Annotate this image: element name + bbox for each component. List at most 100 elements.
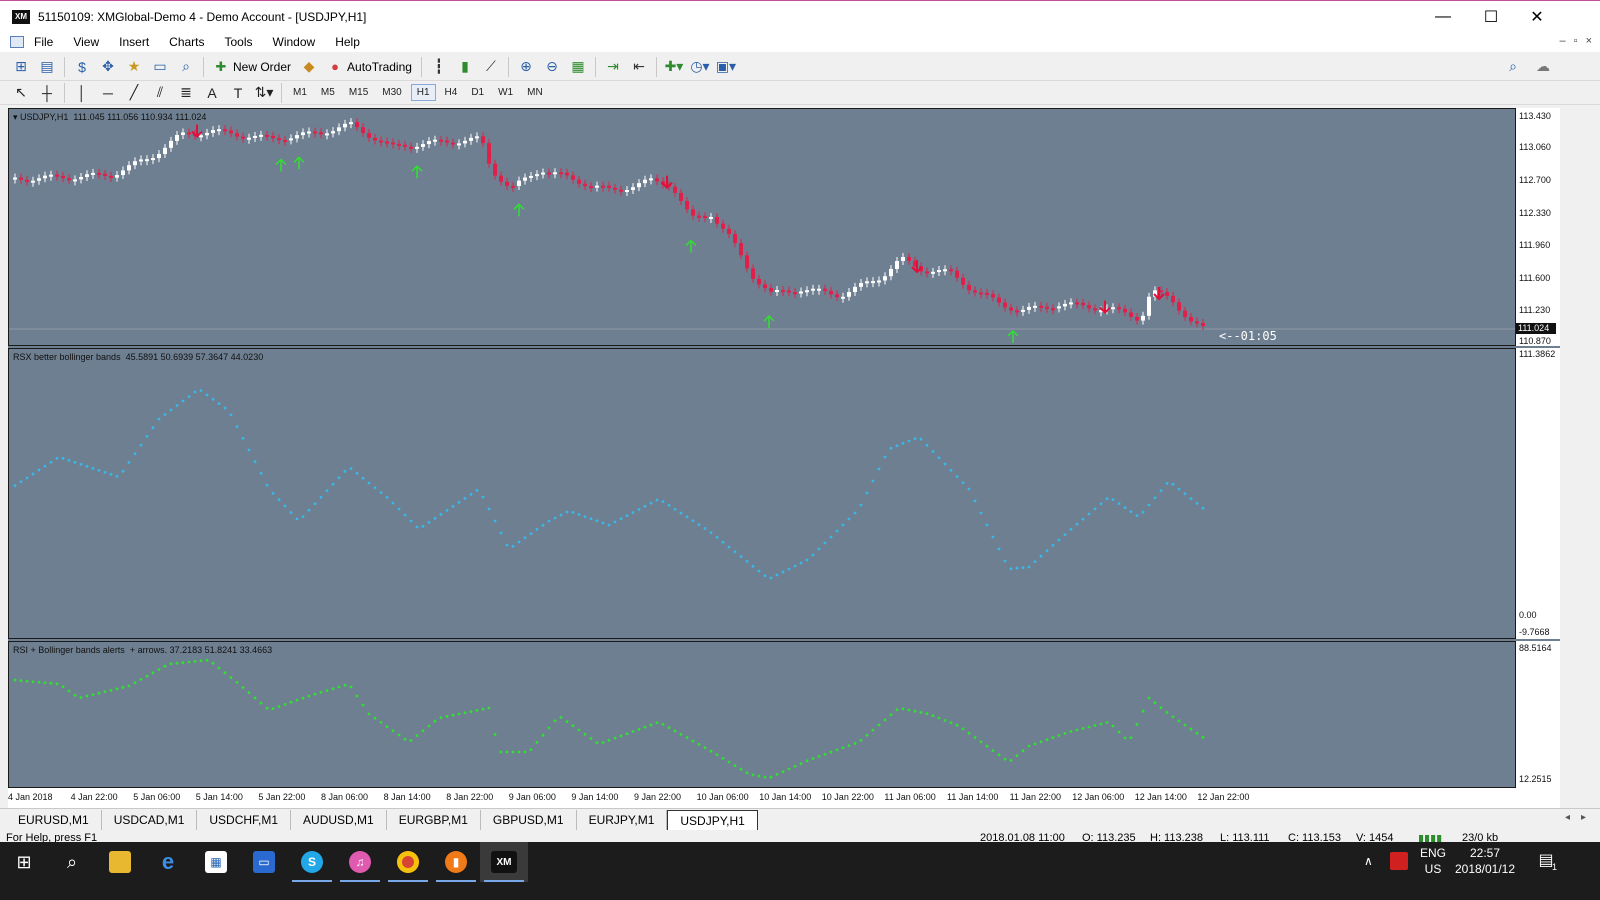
- tab-gbpusd-m1[interactable]: GBPUSD,M1: [481, 810, 577, 830]
- equidistant-channel-icon[interactable]: ⫽: [149, 83, 171, 103]
- timeframe-m15[interactable]: M15: [344, 85, 373, 100]
- autotrading-button[interactable]: ● AutoTrading: [322, 56, 417, 78]
- zoom-in-icon[interactable]: ⊕: [515, 57, 537, 77]
- candle-body: [25, 179, 29, 182]
- skype-button[interactable]: S: [288, 842, 336, 882]
- timeframe-m1[interactable]: M1: [288, 85, 312, 100]
- rsx-indicator-pane[interactable]: RSX better bollinger bands 45.5891 50.69…: [8, 348, 1516, 639]
- rsi-dot: [817, 755, 821, 758]
- timeframe-w1[interactable]: W1: [493, 85, 518, 100]
- tab-eurjpy-m1[interactable]: EURJPY,M1: [577, 810, 668, 830]
- menu-window[interactable]: Window: [263, 32, 326, 52]
- timeframe-d1[interactable]: D1: [466, 85, 489, 100]
- rsx-dot: [499, 531, 503, 535]
- market-watch-icon[interactable]: $: [71, 57, 93, 77]
- chart-window[interactable]: ▾ USDJPY,H1 111.045 111.056 110.934 111.…: [8, 108, 1560, 808]
- mdi-minimize-button[interactable]: –: [1560, 35, 1566, 47]
- price-pane[interactable]: ▾ USDJPY,H1 111.045 111.056 110.934 111.…: [8, 108, 1516, 346]
- timeframe-h1[interactable]: H1: [410, 84, 436, 101]
- rsi-dot: [97, 691, 101, 695]
- itunes-button[interactable]: ♫: [336, 842, 384, 882]
- menu-file[interactable]: File: [24, 32, 63, 52]
- profiles-icon[interactable]: ▤: [36, 57, 58, 77]
- antivirus-icon[interactable]: [1390, 852, 1408, 870]
- menu-insert[interactable]: Insert: [109, 32, 159, 52]
- indicators-icon[interactable]: ✚▾: [663, 57, 685, 77]
- xm-terminal-button[interactable]: XM: [480, 842, 528, 882]
- file-explorer-button[interactable]: [96, 842, 144, 882]
- timeframe-h4[interactable]: H4: [440, 85, 463, 100]
- text-icon[interactable]: A: [201, 83, 223, 103]
- line-chart-icon[interactable]: ⟋: [480, 57, 502, 77]
- tile-windows-icon[interactable]: ▦: [567, 57, 589, 77]
- app-button[interactable]: ▭: [240, 842, 288, 882]
- candle-body: [967, 284, 971, 291]
- data-window-icon[interactable]: ✥: [97, 57, 119, 77]
- terminal-icon[interactable]: ▭: [149, 57, 171, 77]
- tray-chevron-icon[interactable]: ∧: [1364, 854, 1373, 868]
- tab-usdchf-m1[interactable]: USDCHF,M1: [197, 810, 292, 830]
- chart-window-icon[interactable]: [10, 36, 24, 48]
- vertical-line-icon[interactable]: │: [71, 83, 93, 103]
- trendline-icon[interactable]: ╱: [123, 83, 145, 103]
- chart-app-button[interactable]: ▮: [432, 842, 480, 882]
- cursor-icon[interactable]: ↖: [10, 83, 32, 103]
- new-chart-icon[interactable]: ⊞: [10, 57, 32, 77]
- strategy-tester-icon[interactable]: ⌕: [175, 57, 197, 77]
- tab-usdjpy-h1[interactable]: USDJPY,H1: [667, 810, 758, 830]
- new-order-button[interactable]: ✚ New Order: [208, 56, 296, 78]
- edge-button[interactable]: e: [144, 842, 192, 882]
- timeframe-m30[interactable]: M30: [377, 85, 406, 100]
- rsi-dot: [571, 724, 575, 728]
- chart-shift-icon[interactable]: ⇤: [628, 57, 650, 77]
- start-button[interactable]: ⊞: [0, 842, 48, 882]
- candle-body: [37, 178, 41, 181]
- metaeditor-icon[interactable]: ◆: [298, 57, 320, 77]
- store-button[interactable]: ▦: [192, 842, 240, 882]
- menu-help[interactable]: Help: [325, 32, 370, 52]
- price-axis[interactable]: 113.430 113.060 112.700 112.330 111.960 …: [1516, 108, 1560, 346]
- auto-scroll-icon[interactable]: ⇥: [602, 57, 624, 77]
- arrows-icon[interactable]: ⇅▾: [253, 83, 275, 103]
- tab-eurusd-m1[interactable]: EURUSD,M1: [6, 810, 102, 830]
- timeframe-m5[interactable]: M5: [316, 85, 340, 100]
- horizontal-line-icon[interactable]: ─: [97, 83, 119, 103]
- tab-scroll-right-icon[interactable]: ▸: [1581, 812, 1586, 823]
- rsi-indicator-pane[interactable]: RSI + Bollinger bands alerts + arrows. 3…: [8, 641, 1516, 788]
- text-label-icon[interactable]: T: [227, 83, 249, 103]
- tab-scroll-left-icon[interactable]: ◂: [1565, 812, 1570, 823]
- candlestick-icon[interactable]: ▮: [454, 57, 476, 77]
- tab-usdcad-m1[interactable]: USDCAD,M1: [102, 810, 198, 830]
- candle-body: [325, 133, 329, 136]
- chrome-button[interactable]: [384, 842, 432, 882]
- chat-icon[interactable]: ☁: [1532, 57, 1554, 77]
- minimize-button[interactable]: —: [1420, 1, 1466, 33]
- periods-icon[interactable]: ◷▾: [689, 57, 711, 77]
- crosshair-icon[interactable]: ┼: [36, 83, 58, 103]
- input-language[interactable]: ENG US: [1418, 846, 1448, 876]
- rsi-dot: [79, 696, 83, 699]
- maximize-button[interactable]: ☐: [1468, 1, 1514, 33]
- templates-icon[interactable]: ▣▾: [715, 57, 737, 77]
- rsi-dot: [1063, 732, 1067, 735]
- tab-audusd-m1[interactable]: AUDUSD,M1: [291, 810, 387, 830]
- bar-chart-icon[interactable]: ┇: [428, 57, 450, 77]
- candle-body: [115, 175, 119, 178]
- navigator-icon[interactable]: ★: [123, 57, 145, 77]
- rsx-dot: [1021, 566, 1025, 569]
- tab-eurgbp-m1[interactable]: EURGBP,M1: [387, 810, 481, 830]
- mdi-restore-button[interactable]: ▫: [1574, 35, 1578, 47]
- mdi-close-button[interactable]: ×: [1586, 35, 1592, 47]
- menu-charts[interactable]: Charts: [159, 32, 214, 52]
- timeframe-mn[interactable]: MN: [522, 85, 548, 100]
- time-axis-label: 5 Jan 22:00: [258, 792, 306, 802]
- menu-view[interactable]: View: [63, 32, 109, 52]
- zoom-out-icon[interactable]: ⊖: [541, 57, 563, 77]
- menu-tools[interactable]: Tools: [215, 32, 263, 52]
- fibonacci-icon[interactable]: ≣: [175, 83, 197, 103]
- clock[interactable]: 22:57 2018/01/12: [1448, 846, 1522, 876]
- close-button[interactable]: ✕: [1514, 1, 1560, 33]
- search-button[interactable]: ⌕: [48, 842, 96, 882]
- rsx-dot: [355, 472, 359, 475]
- search-icon[interactable]: ⌕: [1502, 57, 1524, 77]
